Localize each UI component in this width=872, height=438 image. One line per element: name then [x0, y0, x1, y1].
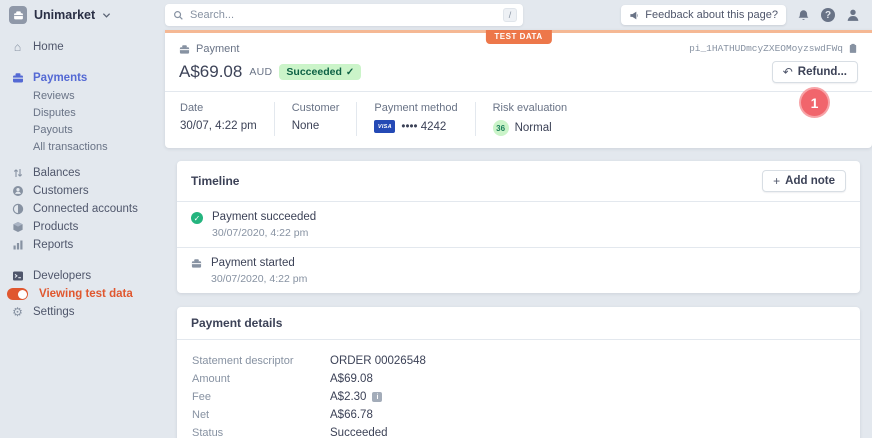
sidebar-item-disputes[interactable]: Disputes: [0, 104, 165, 121]
customers-icon: [11, 185, 24, 197]
test-data-badge: TEST DATA: [485, 30, 551, 44]
add-note-button[interactable]: + Add note: [762, 170, 846, 192]
feedback-label: Feedback about this page?: [645, 9, 778, 21]
payment-amount: A$69.08: [179, 62, 242, 82]
notifications-bell-icon[interactable]: [797, 9, 810, 22]
balances-icon: [11, 167, 24, 179]
visa-card-icon: VISA: [374, 120, 395, 133]
sidebar-item-payouts[interactable]: Payouts: [0, 121, 165, 138]
card-last4: •••• 4242: [401, 121, 446, 133]
search-input[interactable]: [190, 9, 497, 21]
meta-date: Date 30/07, 4:22 pm: [165, 102, 274, 136]
sidebar-item-reviews[interactable]: Reviews: [0, 87, 165, 104]
sidebar-item-connected-accounts[interactable]: Connected accounts: [0, 200, 165, 218]
account-switcher[interactable]: Unimarket: [0, 6, 165, 24]
payment-summary-card: TEST DATA Payment A$69.08 AUD Succeede: [165, 30, 872, 148]
meta-risk-evaluation: Risk evaluation 36 Normal: [475, 102, 585, 136]
sidebar-item-developers[interactable]: Developers: [0, 267, 165, 285]
top-bar: Unimarket / Feedback about this page? ?: [0, 0, 872, 30]
meta-payment-method: Payment method VISA •••• 4242: [356, 102, 474, 136]
payments-icon: [11, 72, 24, 84]
sidebar-item-viewing-test-data[interactable]: Viewing test data: [0, 285, 165, 303]
sidebar-item-home[interactable]: ⌂ Home: [0, 38, 165, 56]
topbar-actions: Feedback about this page? ?: [621, 5, 872, 25]
home-icon: ⌂: [11, 41, 24, 53]
sidebar-item-reports[interactable]: Reports: [0, 236, 165, 254]
refund-button[interactable]: ↶ Refund...: [772, 61, 858, 83]
chevron-down-icon: [102, 11, 111, 20]
detail-row-net: Net A$66.78: [192, 406, 846, 424]
settings-gear-icon: ⚙: [11, 306, 24, 318]
risk-level: Normal: [515, 122, 552, 134]
payment-summary-right: pi_1HATHUDmcyZXEOMoyzswdFWq ↶ Refund...: [689, 43, 858, 83]
products-icon: [11, 221, 24, 233]
success-check-icon: [191, 212, 203, 224]
developers-icon: [11, 270, 24, 282]
annotation-marker-1: 1: [801, 89, 828, 116]
copy-clipboard-icon[interactable]: [848, 43, 858, 54]
timeline-card: Timeline + Add note Payment succeeded 30…: [177, 161, 860, 293]
detail-row-status: Status Succeeded: [192, 424, 846, 438]
connected-accounts-icon: [11, 203, 24, 215]
payment-meta-row: Date 30/07, 4:22 pm Customer None Paymen…: [165, 91, 872, 148]
timeline-title: Timeline: [191, 174, 239, 188]
payment-id[interactable]: pi_1HATHUDmcyZXEOMoyzswdFWq: [689, 43, 858, 54]
refund-undo-icon: ↶: [783, 66, 793, 78]
timeline-event-started: Payment started 30/07/2020, 4:22 pm: [177, 248, 860, 293]
feedback-button[interactable]: Feedback about this page?: [621, 5, 786, 25]
search-shortcut-hint: /: [503, 8, 517, 22]
detail-row-statement-descriptor: Statement descriptor ORDER 00026548: [192, 352, 846, 370]
user-avatar-icon[interactable]: [846, 8, 860, 22]
help-icon[interactable]: ?: [821, 8, 835, 22]
search-icon: [173, 10, 184, 21]
payment-details-card: Payment details Statement descriptor ORD…: [177, 307, 860, 438]
sidebar-item-payments[interactable]: Payments: [0, 69, 165, 87]
payment-summary-left: Payment A$69.08 AUD Succeeded: [179, 43, 361, 83]
payment-started-icon: [191, 258, 202, 285]
megaphone-icon: [629, 10, 640, 21]
brand-name: Unimarket: [34, 8, 95, 22]
detail-row-amount: Amount A$69.08: [192, 370, 846, 388]
payment-type-icon: [179, 44, 190, 55]
payment-type-label: Payment: [196, 43, 239, 55]
app-window: Unimarket / Feedback about this page? ?: [0, 0, 872, 438]
sidebar-item-customers[interactable]: Customers: [0, 182, 165, 200]
sidebar-item-products[interactable]: Products: [0, 218, 165, 236]
plus-icon: +: [773, 175, 780, 187]
sidebar-item-balances[interactable]: Balances: [0, 164, 165, 182]
timeline-event-succeeded: Payment succeeded 30/07/2020, 4:22 pm: [177, 202, 860, 248]
payment-details-title: Payment details: [191, 316, 282, 330]
brand-logo-icon: [9, 6, 27, 24]
status-badge: Succeeded: [279, 64, 361, 80]
sidebar-nav: ⌂ Home Payments Reviews Disputes Payouts…: [0, 30, 165, 438]
sidebar-item-all-transactions[interactable]: All transactions: [0, 138, 165, 155]
detail-row-fee: Fee A$2.30: [192, 388, 846, 406]
fee-info-icon[interactable]: [372, 392, 382, 402]
test-data-toggle[interactable]: [7, 288, 28, 300]
search-bar[interactable]: /: [165, 4, 523, 26]
main-content: TEST DATA Payment A$69.08 AUD Succeede: [165, 30, 872, 438]
meta-customer: Customer None: [274, 102, 357, 136]
sidebar-item-settings[interactable]: ⚙ Settings: [0, 303, 165, 321]
risk-score-badge: 36: [493, 120, 509, 136]
payment-currency: AUD: [249, 66, 272, 78]
reports-icon: [11, 239, 24, 251]
